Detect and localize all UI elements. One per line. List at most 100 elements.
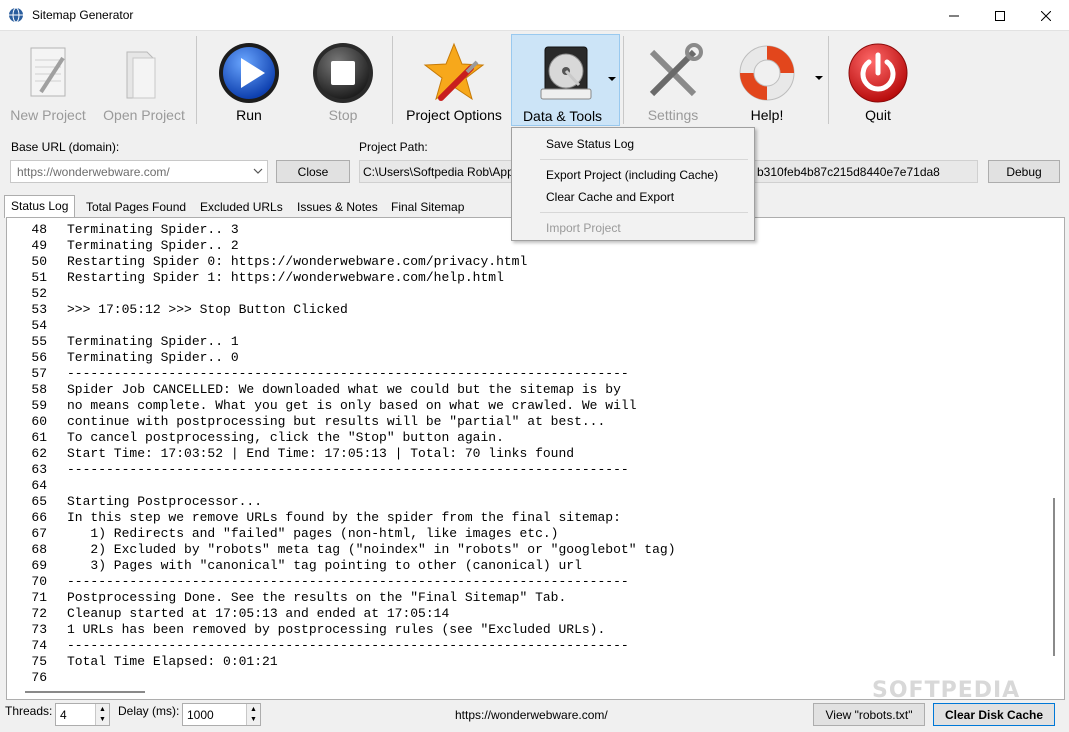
log-line-number: 64 xyxy=(31,478,47,493)
log-line-number: 63 xyxy=(31,462,47,477)
debug-button[interactable]: Debug xyxy=(988,160,1060,183)
log-line-number: 72 xyxy=(31,606,47,621)
delay-spinner[interactable]: 1000 ▲ ▼ xyxy=(182,703,261,726)
spin-down-icon[interactable]: ▼ xyxy=(246,714,260,725)
toolbar-separator xyxy=(623,36,624,124)
watermark: SOFTPEDIA xyxy=(872,678,1021,703)
log-line-text: no means complete. What you get is only … xyxy=(67,398,637,413)
toolbar-separator xyxy=(392,36,393,124)
status-log-panel[interactable]: 48 Terminating Spider.. 3 49 Terminating Sp… xyxy=(6,217,1065,700)
log-line-number: 68 xyxy=(31,542,47,557)
data-tools-label: Data & Tools xyxy=(522,108,603,124)
toolbar-separator xyxy=(196,36,197,124)
toolbar-separator xyxy=(828,36,829,124)
log-line-number: 58 xyxy=(31,382,47,397)
close-button[interactable]: Close xyxy=(276,160,350,183)
log-line-number: 61 xyxy=(31,430,47,445)
new-project-button[interactable]: New Project xyxy=(4,34,92,126)
new-document-icon xyxy=(30,47,66,97)
delay-value: 1000 xyxy=(187,708,214,722)
log-line-text: ----------------------------------------… xyxy=(67,638,629,653)
title-bar: Sitemap Generator xyxy=(0,0,1069,31)
settings-button[interactable]: Settings xyxy=(628,34,718,126)
log-line-number: 71 xyxy=(31,590,47,605)
log-line-text: Spider Job CANCELLED: We downloaded what… xyxy=(67,382,621,397)
close-icon xyxy=(1041,10,1051,21)
log-line-text: 3) Pages with "canonical" tag pointing t… xyxy=(67,558,582,573)
chevron-down-icon xyxy=(608,77,616,81)
close-window-button[interactable] xyxy=(1023,0,1069,31)
threads-spinner[interactable]: 4 ▲ ▼ xyxy=(55,703,110,726)
log-line-number: 74 xyxy=(31,638,47,653)
quit-button[interactable]: Quit xyxy=(834,34,922,126)
stop-label: Stop xyxy=(328,107,358,123)
help-label: Help! xyxy=(750,107,784,123)
help-button[interactable]: Help! xyxy=(722,34,823,126)
base-url-combobox[interactable]: https://wonderwebware.com/ xyxy=(10,160,268,183)
run-label: Run xyxy=(236,107,262,123)
log-line-text: 1) Redirects and "failed" pages (non-htm… xyxy=(67,526,559,541)
tab-issues-notes[interactable]: Issues & Notes xyxy=(290,197,385,217)
project-path-label: Project Path: xyxy=(359,140,428,154)
globe-icon xyxy=(9,7,23,23)
minimize-icon xyxy=(949,15,959,16)
log-line-number: 62 xyxy=(31,446,47,461)
base-url-value: https://wonderwebware.com/ xyxy=(17,165,170,179)
log-line-number: 57 xyxy=(31,366,47,381)
play-icon xyxy=(219,43,279,103)
log-line-text: 2) Excluded by "robots" meta tag ("noind… xyxy=(67,542,676,557)
tab-total-pages-found[interactable]: Total Pages Found xyxy=(79,197,193,217)
log-line-number: 48 xyxy=(31,222,47,237)
open-project-label: Open Project xyxy=(103,107,185,123)
settings-label: Settings xyxy=(647,107,699,123)
log-line-text: ----------------------------------------… xyxy=(67,462,629,477)
menu-item-clear-cache-export[interactable]: Clear Cache and Export xyxy=(546,190,674,204)
log-line-text: Start Time: 17:03:52 | End Time: 17:05:1… xyxy=(67,446,575,461)
project-options-button[interactable]: Project Options xyxy=(400,34,508,126)
log-line-text: 1 URLs has been removed by postprocessin… xyxy=(67,622,606,637)
log-line-text: continue with postprocessing but results… xyxy=(67,414,606,429)
maximize-icon xyxy=(995,10,1005,21)
log-line-text: Total Time Elapsed: 0:01:21 xyxy=(67,654,278,669)
tab-status-log[interactable]: Status Log xyxy=(4,195,76,218)
log-line-text: ----------------------------------------… xyxy=(67,366,629,381)
threads-label: Threads: xyxy=(5,704,53,718)
chevron-down-icon xyxy=(815,76,823,80)
power-icon xyxy=(848,43,908,103)
run-button[interactable]: Run xyxy=(204,34,294,126)
menu-item-save-status-log[interactable]: Save Status Log xyxy=(546,137,634,151)
project-path-tail: b310feb4b87c215d8440e7e71da8 xyxy=(757,165,940,179)
minimize-button[interactable] xyxy=(931,0,977,31)
menu-item-export-project[interactable]: Export Project (including Cache) xyxy=(546,168,718,182)
menu-item-import-project[interactable]: Import Project xyxy=(546,221,621,235)
project-options-label: Project Options xyxy=(406,107,502,123)
log-line-number: 50 xyxy=(31,254,47,269)
open-project-button[interactable]: Open Project xyxy=(96,34,192,126)
log-line-text: Terminating Spider.. 3 xyxy=(67,222,239,237)
data-tools-menu: Save Status Log Export Project (includin… xyxy=(511,127,755,241)
tools-icon xyxy=(649,43,703,97)
stop-icon xyxy=(313,43,373,103)
tab-final-sitemap[interactable]: Final Sitemap xyxy=(384,197,471,217)
log-line-text: Starting Postprocessor... xyxy=(67,494,263,509)
log-line-text: Cleanup started at 17:05:13 and ended at… xyxy=(67,606,450,621)
stop-button[interactable]: Stop xyxy=(298,34,388,126)
toolbar: New Project Open Project Run Stop Projec… xyxy=(0,32,1069,128)
maximize-button[interactable] xyxy=(977,0,1023,31)
log-line-number: 60 xyxy=(31,414,47,429)
quit-label: Quit xyxy=(865,107,891,123)
delay-label: Delay (ms): xyxy=(118,704,180,718)
current-url: https://wonderwebware.com/ xyxy=(455,708,608,722)
data-tools-button[interactable]: Data & Tools xyxy=(511,34,620,126)
log-line-number: 52 xyxy=(31,286,47,301)
log-line-text: Restarting Spider 0: https://wonderwebwa… xyxy=(67,254,528,269)
log-line-number: 75 xyxy=(31,654,47,669)
scrollbar-thumb[interactable] xyxy=(1053,498,1055,656)
vertical-scrollbar[interactable] xyxy=(1047,218,1064,684)
spin-down-icon[interactable]: ▼ xyxy=(95,714,109,725)
view-robots-button[interactable]: View "robots.txt" xyxy=(813,703,925,726)
tab-excluded-urls[interactable]: Excluded URLs xyxy=(193,197,290,217)
threads-value: 4 xyxy=(60,708,67,722)
clear-disk-cache-button[interactable]: Clear Disk Cache xyxy=(933,703,1055,726)
scrollbar-thumb[interactable] xyxy=(25,691,145,693)
